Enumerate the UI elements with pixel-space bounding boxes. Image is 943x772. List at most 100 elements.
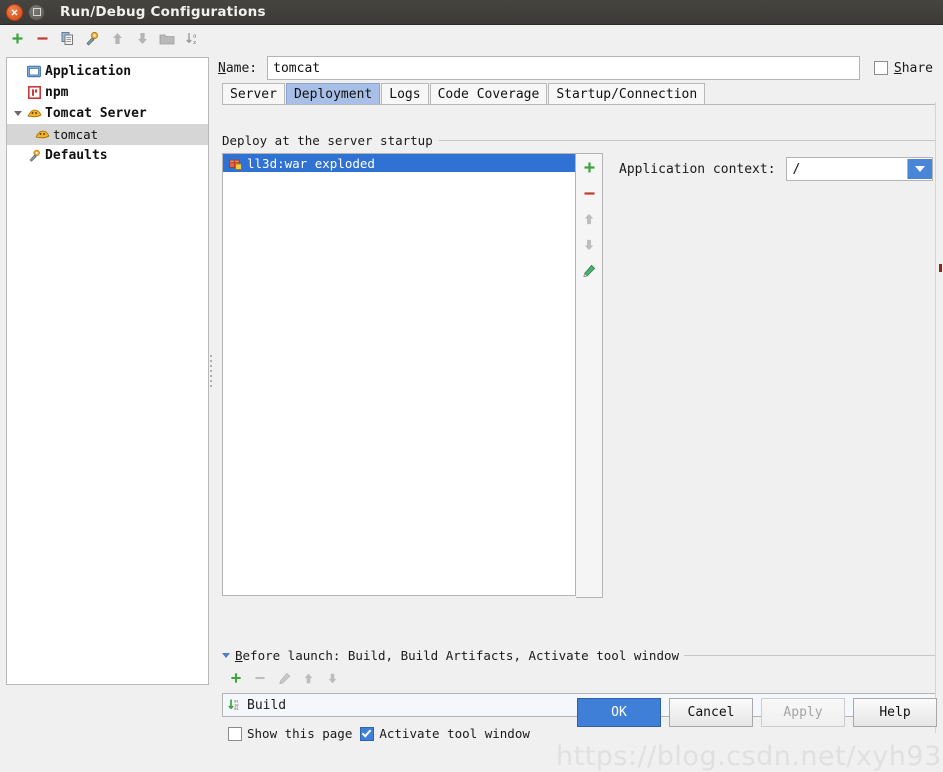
tree-root: Application npm Tomcat Server tomcat Def… — [7, 58, 208, 166]
task-move-up-button[interactable] — [298, 668, 318, 688]
window-titlebar: Run/Debug Configurations — [0, 0, 943, 25]
chevron-right-icon[interactable] — [11, 65, 25, 79]
run-debug-configurations-window: Run/Debug Configurations a z Application… — [0, 0, 943, 772]
task-label: Build — [247, 697, 287, 713]
section-divider — [684, 655, 937, 656]
name-input[interactable]: tomcat — [267, 56, 860, 80]
tab-logs[interactable]: Logs — [381, 83, 429, 104]
wrench-icon — [25, 148, 43, 164]
add-task-button[interactable] — [226, 668, 246, 688]
remove-artifact-button[interactable] — [578, 182, 600, 204]
sidebar-item-label: Application — [45, 64, 132, 79]
configuration-editor: Name: tomcat Share Server Deployment Log… — [216, 51, 943, 741]
deploy-group: Deploy at the server startup ll3d:war ex… — [222, 133, 937, 598]
group-divider — [438, 140, 937, 141]
dialog-buttons: OK Cancel Apply Help — [577, 698, 937, 727]
application-icon — [25, 64, 43, 80]
tab-code-coverage[interactable]: Code Coverage — [429, 83, 548, 104]
splitter-handle — [210, 355, 212, 387]
sidebar-item-label: tomcat — [53, 127, 99, 142]
share-label: Share — [893, 60, 933, 76]
svg-text:z: z — [193, 39, 196, 46]
remove-configuration-button[interactable] — [31, 28, 53, 50]
activate-tool-window-checkbox[interactable]: Activate tool window — [360, 726, 530, 741]
list-item[interactable]: ll3d:war exploded — [223, 154, 575, 172]
deploy-area: ll3d:war exploded Application context: / — [222, 153, 937, 598]
tab-underline — [222, 104, 937, 105]
sidebar-item-npm[interactable]: npm — [7, 82, 208, 103]
sidebar-item-tomcat[interactable]: tomcat — [7, 124, 208, 145]
ok-button[interactable]: OK — [577, 698, 661, 727]
folder-icon[interactable] — [156, 28, 178, 50]
tab-server[interactable]: Server — [222, 83, 285, 104]
sidebar-item-label: npm — [45, 85, 69, 100]
show-this-page-box[interactable] — [228, 726, 242, 741]
before-launch-label: Before launch: Build, Build Artifacts, A… — [235, 648, 680, 663]
add-artifact-button[interactable] — [578, 156, 600, 178]
application-context-combobox[interactable]: / — [785, 157, 933, 181]
application-context-label: Application context: — [619, 161, 776, 177]
move-artifact-down-button[interactable] — [578, 234, 600, 256]
artifact-icon — [227, 156, 243, 170]
chevron-down-icon[interactable] — [222, 653, 230, 658]
configurations-toolbar: a z — [0, 25, 943, 52]
panel-splitter[interactable] — [207, 57, 216, 685]
copy-configuration-button[interactable] — [56, 28, 78, 50]
sidebar-item-label: Tomcat Server — [45, 106, 147, 121]
list-item-label: ll3d:war exploded — [247, 155, 375, 171]
activate-tool-window-box[interactable] — [360, 726, 375, 741]
sidebar-item-tomcat-server[interactable]: Tomcat Server — [7, 103, 208, 124]
wrench-icon[interactable] — [81, 28, 103, 50]
remove-task-button[interactable] — [250, 668, 270, 688]
maximize-icon[interactable] — [28, 3, 45, 21]
dialog-body: Application npm Tomcat Server tomcat Def… — [0, 51, 943, 772]
scroll-marker — [939, 264, 942, 272]
chevron-right-icon[interactable] — [11, 149, 25, 163]
show-this-page-label: Show this page — [247, 726, 353, 741]
before-launch-header[interactable]: Before launch: Build, Build Artifacts, A… — [222, 648, 937, 663]
editor-tabs[interactable]: Server Deployment Logs Code Coverage Sta… — [222, 82, 943, 104]
arrow-up-icon[interactable] — [106, 28, 128, 50]
arrow-down-icon[interactable] — [131, 28, 153, 50]
artifacts-list[interactable]: ll3d:war exploded — [222, 153, 576, 596]
chevron-down-icon[interactable] — [11, 107, 25, 121]
share-checkbox[interactable]: Share — [873, 60, 933, 76]
tab-startup-connection[interactable]: Startup/Connection — [548, 83, 706, 104]
sidebar-item-application[interactable]: Application — [7, 61, 208, 82]
compile-icon: 01 10 01 — [227, 697, 243, 713]
npm-icon — [25, 85, 43, 101]
edit-artifact-button[interactable] — [578, 260, 600, 282]
right-edge-scrollbar[interactable] — [935, 102, 943, 733]
application-context-area: Application context: / — [619, 153, 933, 598]
sidebar-item-label: Defaults — [45, 148, 108, 163]
close-icon[interactable] — [6, 3, 23, 21]
watermark-text: https://blog.csdn.net/xyh930929 — [556, 741, 943, 772]
share-checkbox-box[interactable] — [873, 61, 888, 75]
configurations-tree[interactable]: Application npm Tomcat Server tomcat Def… — [6, 57, 209, 685]
name-row: Name: tomcat Share — [216, 54, 943, 82]
edit-task-button[interactable] — [274, 668, 294, 688]
task-move-down-button[interactable] — [322, 668, 342, 688]
window-title: Run/Debug Configurations — [60, 4, 266, 20]
chevron-down-icon[interactable] — [906, 159, 932, 179]
tomcat-icon — [33, 127, 51, 143]
tab-deployment[interactable]: Deployment — [285, 83, 381, 104]
svg-text:01: 01 — [234, 708, 238, 712]
sort-az-icon[interactable]: a z — [181, 28, 203, 50]
activate-tool-window-label: Activate tool window — [379, 726, 530, 741]
show-this-page-checkbox[interactable]: Show this page — [228, 726, 352, 741]
before-launch-toolbar — [226, 665, 937, 691]
application-context-value: / — [792, 161, 801, 177]
cancel-button[interactable]: Cancel — [669, 698, 753, 727]
help-button[interactable]: Help — [853, 698, 937, 727]
before-launch-section: Before launch: Build, Build Artifacts, A… — [222, 648, 937, 741]
chevron-right-icon[interactable] — [11, 86, 25, 100]
add-configuration-button[interactable] — [6, 28, 28, 50]
deploy-group-label: Deploy at the server startup — [222, 133, 433, 148]
sidebar-item-defaults[interactable]: Defaults — [7, 145, 208, 166]
move-artifact-up-button[interactable] — [578, 208, 600, 230]
name-input-value: tomcat — [273, 60, 321, 76]
apply-button[interactable]: Apply — [761, 698, 845, 727]
before-launch-checkboxes: Show this page Activate tool window — [228, 726, 937, 741]
name-label: Name: — [218, 60, 258, 76]
